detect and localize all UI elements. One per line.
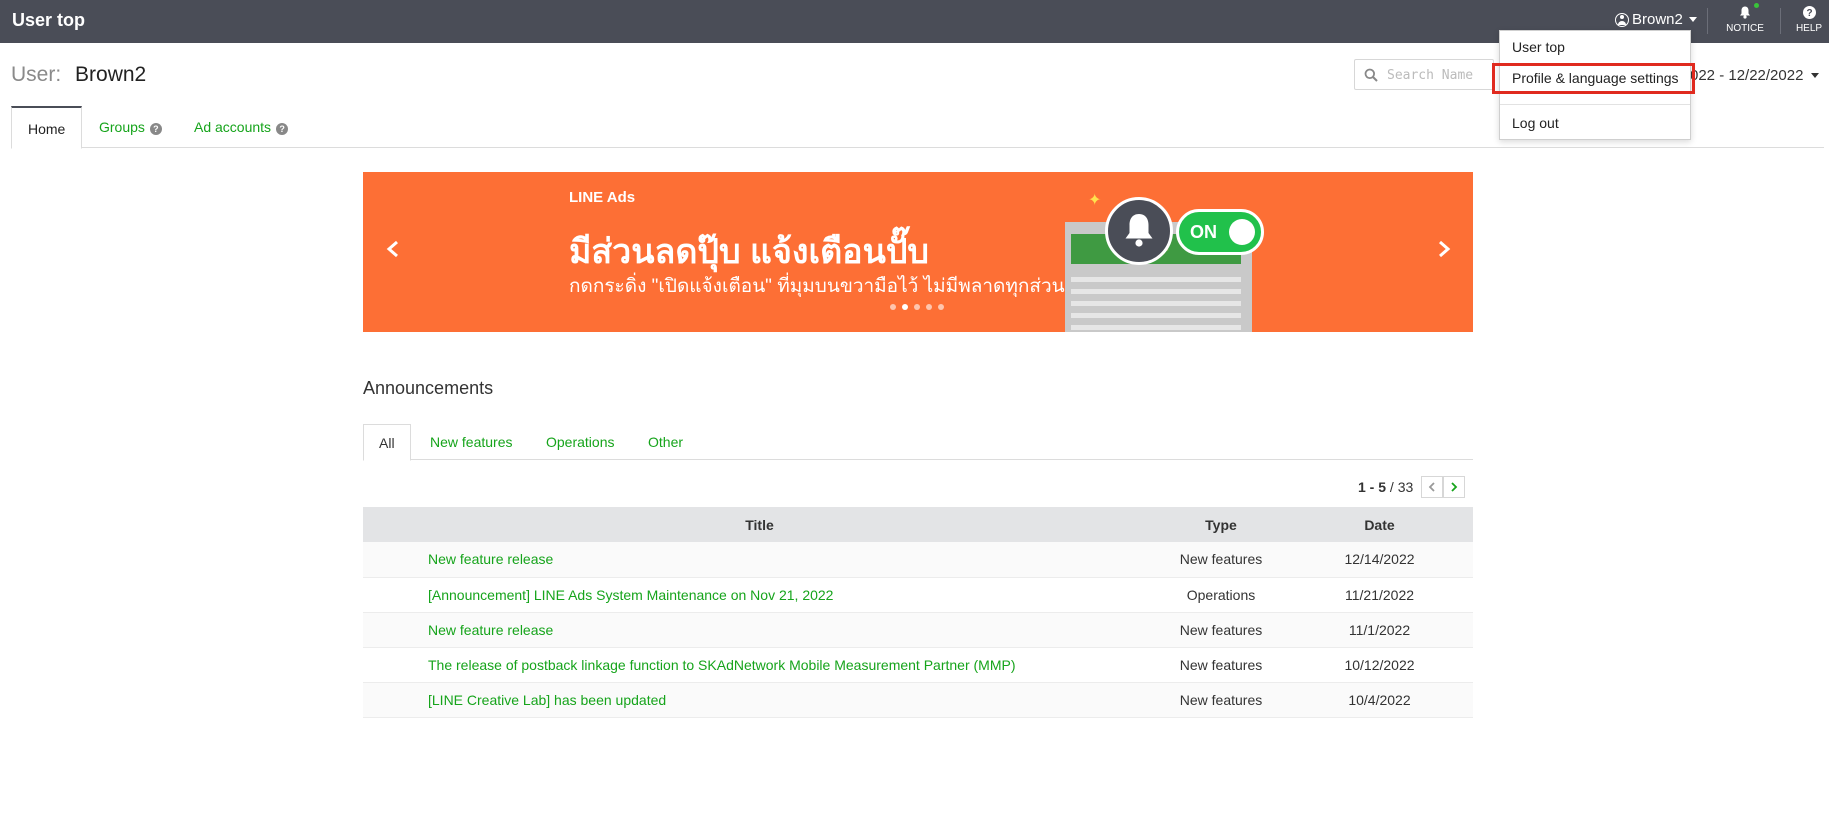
announcement-link[interactable]: New feature release bbox=[428, 622, 553, 638]
pagination-total: 33 bbox=[1397, 479, 1414, 495]
announcement-link[interactable]: The release of postback linkage function… bbox=[428, 657, 1016, 673]
table-row: New feature release New features 12/14/2… bbox=[363, 542, 1473, 578]
question-icon[interactable]: ? bbox=[276, 123, 289, 135]
user-menu-button[interactable]: Brown2 bbox=[1615, 11, 1697, 28]
table-row: [LINE Creative Lab] has been updated New… bbox=[363, 682, 1473, 718]
banner-subline: กดกระดิ่ง "เปิดแจ้งเตือน" ที่มุมบนขวามือ… bbox=[569, 276, 1089, 297]
question-icon[interactable]: ? bbox=[149, 123, 162, 135]
tab-groups[interactable]: Groups? bbox=[99, 106, 162, 148]
bell-icon bbox=[1105, 197, 1173, 265]
sparkle-icon: ✦ bbox=[1088, 192, 1102, 209]
carousel-dot[interactable] bbox=[938, 304, 944, 310]
toggle-on-graphic: ON bbox=[1176, 209, 1264, 255]
announcements-table: Title Type Date New feature release New … bbox=[363, 507, 1473, 718]
svg-text:?: ? bbox=[1806, 8, 1812, 19]
date-range-value: 022 - 12/22/2022 bbox=[1690, 67, 1804, 84]
pagination-range: 1 - 5 bbox=[1358, 479, 1387, 495]
table-row: [Announcement] LINE Ads System Maintenan… bbox=[363, 577, 1473, 613]
announcement-date: 11/1/2022 bbox=[1286, 612, 1473, 648]
user-menu-name: Brown2 bbox=[1632, 11, 1683, 28]
date-range-select[interactable]: 022 - 12/22/2022 bbox=[1690, 67, 1820, 84]
tab-home-label: Home bbox=[28, 121, 66, 137]
pagination: 1 - 5 / 33 bbox=[1358, 476, 1466, 498]
carousel-dot[interactable] bbox=[890, 304, 896, 310]
banner-prev-arrow[interactable] bbox=[378, 234, 408, 264]
next-page-button[interactable] bbox=[1443, 476, 1466, 498]
tab-new-features-label: New features bbox=[430, 434, 513, 450]
banner-brand: LINE Ads bbox=[569, 189, 636, 206]
announcement-type: New features bbox=[1156, 612, 1286, 648]
header-divider bbox=[1707, 8, 1708, 34]
pagination-separator: / bbox=[1389, 479, 1394, 495]
announcement-type: New features bbox=[1156, 542, 1286, 578]
promo-banner[interactable]: LINE Ads มีส่วนลดปุ๊บ แจ้งเตือนปั๊บ กดกร… bbox=[363, 172, 1473, 332]
tab-other-label: Other bbox=[648, 434, 684, 450]
banner-headline: มีส่วนลดปุ๊บ แจ้งเตือนปั๊บ bbox=[569, 233, 929, 271]
notice-label: NOTICE bbox=[1726, 23, 1764, 34]
announcement-link[interactable]: [Announcement] LINE Ads System Maintenan… bbox=[428, 587, 833, 603]
chevron-down-icon bbox=[1811, 73, 1820, 78]
column-header-date: Date bbox=[1286, 507, 1473, 542]
chevron-down-icon bbox=[1688, 17, 1697, 22]
carousel-dot[interactable] bbox=[902, 304, 908, 310]
menu-item-user-top[interactable]: User top bbox=[1500, 39, 1690, 55]
carousel-dot[interactable] bbox=[914, 304, 920, 310]
tab-all[interactable]: All bbox=[363, 424, 411, 461]
bell-icon bbox=[1739, 6, 1751, 19]
carousel-dot[interactable] bbox=[926, 304, 932, 310]
prev-page-button[interactable] bbox=[1421, 476, 1444, 498]
chevron-right-icon bbox=[1451, 482, 1458, 492]
help-label: HELP bbox=[1795, 23, 1823, 34]
tab-ad-accounts-label: Ad accounts bbox=[194, 119, 272, 135]
tab-new-features[interactable]: New features bbox=[430, 424, 512, 460]
announcement-date: 10/12/2022 bbox=[1286, 647, 1473, 683]
column-header-title: Title bbox=[363, 507, 1156, 542]
announcement-date: 12/14/2022 bbox=[1286, 542, 1473, 578]
user-name: Brown2 bbox=[75, 63, 147, 86]
tab-operations[interactable]: Operations bbox=[546, 424, 614, 460]
tab-ad-accounts[interactable]: Ad accounts? bbox=[194, 106, 289, 148]
announcement-link[interactable]: New feature release bbox=[428, 551, 553, 567]
header-divider bbox=[1780, 8, 1781, 34]
pagination-text: 1 - 5 / 33 bbox=[1358, 479, 1413, 495]
search-icon bbox=[1364, 68, 1378, 82]
user-icon bbox=[1615, 12, 1629, 27]
page-title: User: Brown2 bbox=[11, 63, 146, 87]
notice-button[interactable]: NOTICE bbox=[1725, 4, 1765, 34]
announcement-type: New features bbox=[1156, 647, 1286, 683]
toggle-knob bbox=[1229, 219, 1255, 245]
banner-dots bbox=[890, 304, 944, 310]
search-box bbox=[1354, 59, 1494, 90]
table-row: New feature release New features 11/1/20… bbox=[363, 612, 1473, 648]
highlight-annotation-box bbox=[1492, 63, 1695, 94]
tab-operations-label: Operations bbox=[546, 434, 615, 450]
app-title: User top bbox=[12, 10, 86, 30]
user-label: User: bbox=[11, 63, 62, 86]
help-button[interactable]: ? HELP bbox=[1792, 4, 1826, 34]
tab-home[interactable]: Home bbox=[11, 106, 83, 149]
tab-all-label: All bbox=[379, 435, 395, 451]
menu-item-log-out[interactable]: Log out bbox=[1500, 115, 1690, 131]
announcement-date: 10/4/2022 bbox=[1286, 682, 1473, 718]
announcement-link[interactable]: [LINE Creative Lab] has been updated bbox=[428, 692, 666, 708]
announcement-type: Operations bbox=[1156, 577, 1286, 613]
table-row: The release of postback linkage function… bbox=[363, 647, 1473, 683]
search-input[interactable] bbox=[1387, 64, 1491, 86]
chevron-left-icon bbox=[1428, 482, 1435, 492]
menu-divider bbox=[1500, 104, 1690, 105]
toggle-text: ON bbox=[1190, 222, 1217, 242]
announcements-title: Announcements bbox=[363, 378, 494, 398]
help-icon: ? bbox=[1802, 6, 1816, 19]
tab-other[interactable]: Other bbox=[648, 424, 683, 460]
tab-groups-label: Groups bbox=[99, 119, 145, 135]
announcement-date: 11/21/2022 bbox=[1286, 577, 1473, 613]
announcement-type: New features bbox=[1156, 682, 1286, 718]
banner-next-arrow[interactable] bbox=[1429, 234, 1459, 264]
column-header-type: Type bbox=[1156, 507, 1286, 542]
notification-dot bbox=[1754, 3, 1759, 8]
announcement-tabs: All New features Operations Other bbox=[363, 424, 1473, 461]
